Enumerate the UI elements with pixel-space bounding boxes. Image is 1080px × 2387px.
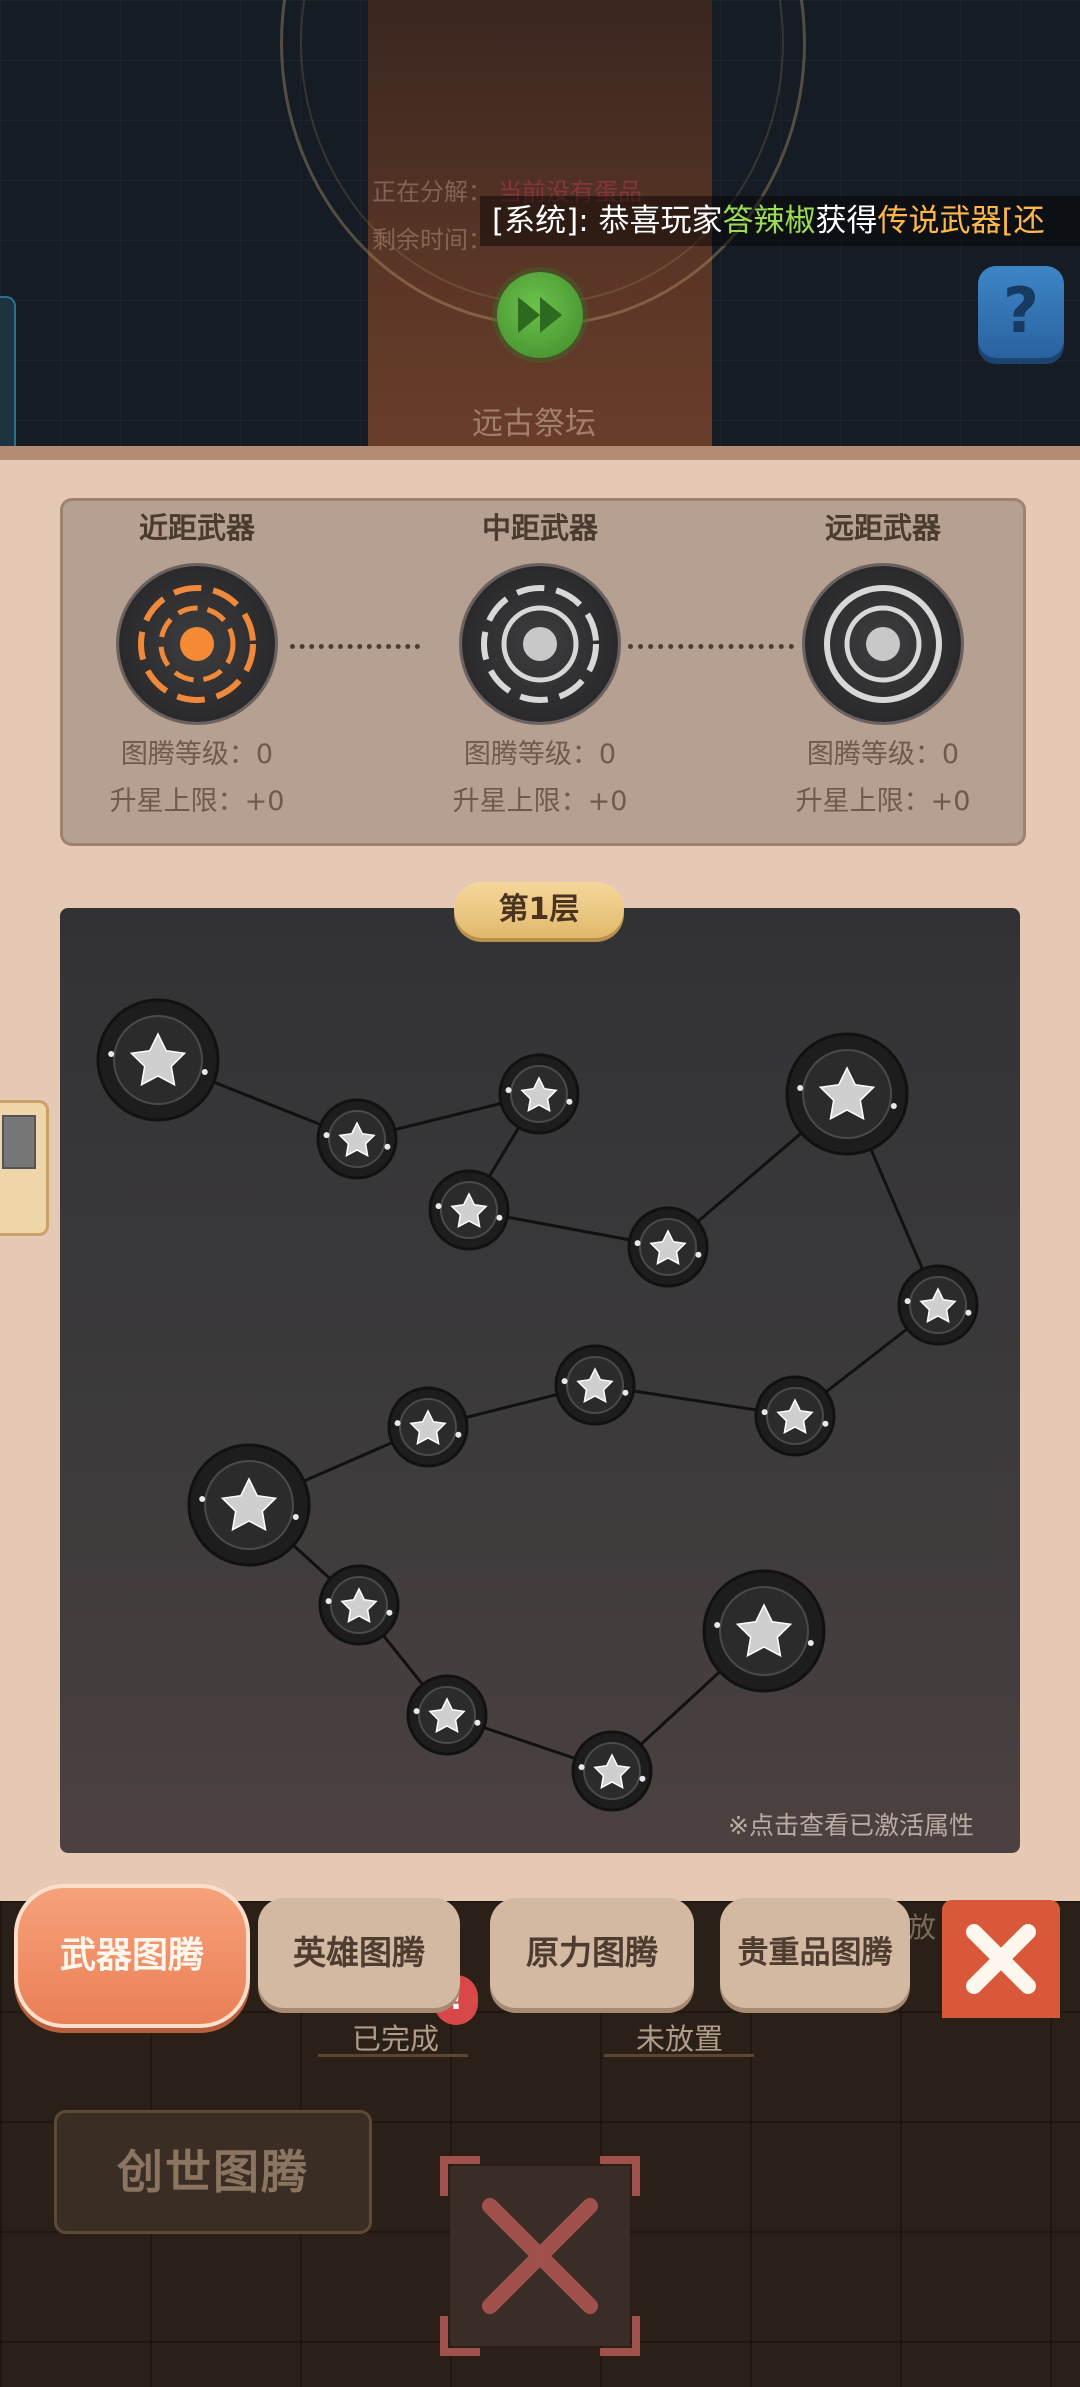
fast-forward-icon	[518, 297, 562, 333]
panel-top-edge	[0, 446, 1080, 460]
weapon-type-melee[interactable]: 近距武器 图腾等级：0 升星上限：+0	[97, 510, 297, 818]
close-button[interactable]	[942, 1900, 1060, 2018]
board-hint[interactable]: ※点击查看已激活属性	[728, 1806, 974, 1842]
close-icon	[966, 1924, 1036, 1994]
device-screen-icon	[2, 1115, 36, 1169]
status-done-label: 已完成	[352, 2022, 440, 2056]
side-device-tab[interactable]	[0, 1100, 49, 1236]
totem-level-label: 图腾等级：0	[463, 739, 617, 770]
hidden-tab-peek: 放	[908, 1911, 937, 1944]
system-msg-prefix: [系统]: 恭喜玩家	[492, 203, 723, 239]
constellation-node[interactable]	[318, 1564, 400, 1646]
weapon-type-mid[interactable]: 中距武器 图腾等级：0 升星上限：+0	[440, 510, 640, 818]
constellation-node[interactable]	[627, 1206, 709, 1288]
constellation-graph	[96, 998, 979, 1812]
star-limit-label: 升星上限：+0	[795, 786, 971, 817]
constellation-node[interactable]	[187, 1443, 311, 1567]
decompose-label: 正在分解：	[372, 178, 492, 206]
empty-slot-icon	[440, 2156, 640, 2356]
status-empty-label: 未放置	[636, 2022, 724, 2056]
remaining-time: 剩余时间：	[372, 220, 492, 255]
altar-label: 远古祭坛	[472, 406, 596, 442]
question-icon: ?	[1003, 274, 1039, 347]
tab-force-totem[interactable]: 原力图腾	[490, 1898, 694, 2008]
mid-target-icon	[462, 566, 618, 722]
connector-line	[628, 644, 794, 649]
system-broadcast-message: [系统]: 恭喜玩家答辣椒获得传说武器[还	[492, 198, 1045, 244]
constellation-node[interactable]	[387, 1386, 469, 1468]
star-limit-label: 升星上限：+0	[109, 786, 285, 817]
constellation-node[interactable]	[316, 1098, 398, 1180]
weapon-type-ranged[interactable]: 远距武器 图腾等级：0 升星上限：+0	[783, 510, 983, 818]
constellation-node[interactable]	[406, 1674, 488, 1756]
ranged-target-icon	[805, 566, 961, 722]
weapon-type-title: 近距武器	[138, 511, 255, 545]
system-msg-item: 传说武器	[877, 203, 1002, 239]
totem-level-label: 图腾等级：0	[120, 739, 274, 770]
tab-weapon-totem[interactable]: 武器图腾	[14, 1884, 250, 2028]
status-underline	[604, 2054, 754, 2057]
system-msg-middle: 获得	[815, 203, 878, 239]
constellation-node[interactable]	[498, 1053, 580, 1135]
weapon-type-title: 中距武器	[481, 511, 598, 545]
constellation-board[interactable]	[60, 908, 1020, 1853]
weapon-type-title: 远距武器	[824, 511, 941, 545]
constellation-node[interactable]	[96, 998, 220, 1122]
help-button[interactable]: ?	[978, 266, 1064, 358]
empty-slot[interactable]	[440, 2156, 640, 2356]
constellation-node[interactable]	[571, 1730, 653, 1812]
constellation-node[interactable]	[554, 1344, 636, 1426]
system-msg-player: 答辣椒	[722, 203, 816, 239]
creation-totem-button[interactable]: 创世图腾	[54, 2110, 372, 2234]
tab-treasure-totem[interactable]: 贵重品图腾	[720, 1898, 910, 2008]
constellation-node[interactable]	[785, 1032, 909, 1156]
fast-forward-button[interactable]	[497, 272, 583, 358]
melee-target-icon	[119, 566, 275, 722]
tab-hero-totem[interactable]: 英雄图腾	[258, 1898, 460, 2008]
system-msg-tail: [还	[1001, 203, 1045, 239]
remaining-time-label: 剩余时间：	[372, 226, 492, 254]
layer-badge: 第1层	[454, 882, 624, 938]
constellation-node[interactable]	[702, 1569, 826, 1693]
constellation-node[interactable]	[897, 1264, 979, 1346]
connector-line	[290, 644, 420, 649]
constellation-node[interactable]	[428, 1169, 510, 1251]
totem-level-label: 图腾等级：0	[806, 739, 960, 770]
status-underline	[318, 2054, 468, 2057]
constellation-node[interactable]	[754, 1375, 836, 1457]
star-limit-label: 升星上限：+0	[452, 786, 628, 817]
